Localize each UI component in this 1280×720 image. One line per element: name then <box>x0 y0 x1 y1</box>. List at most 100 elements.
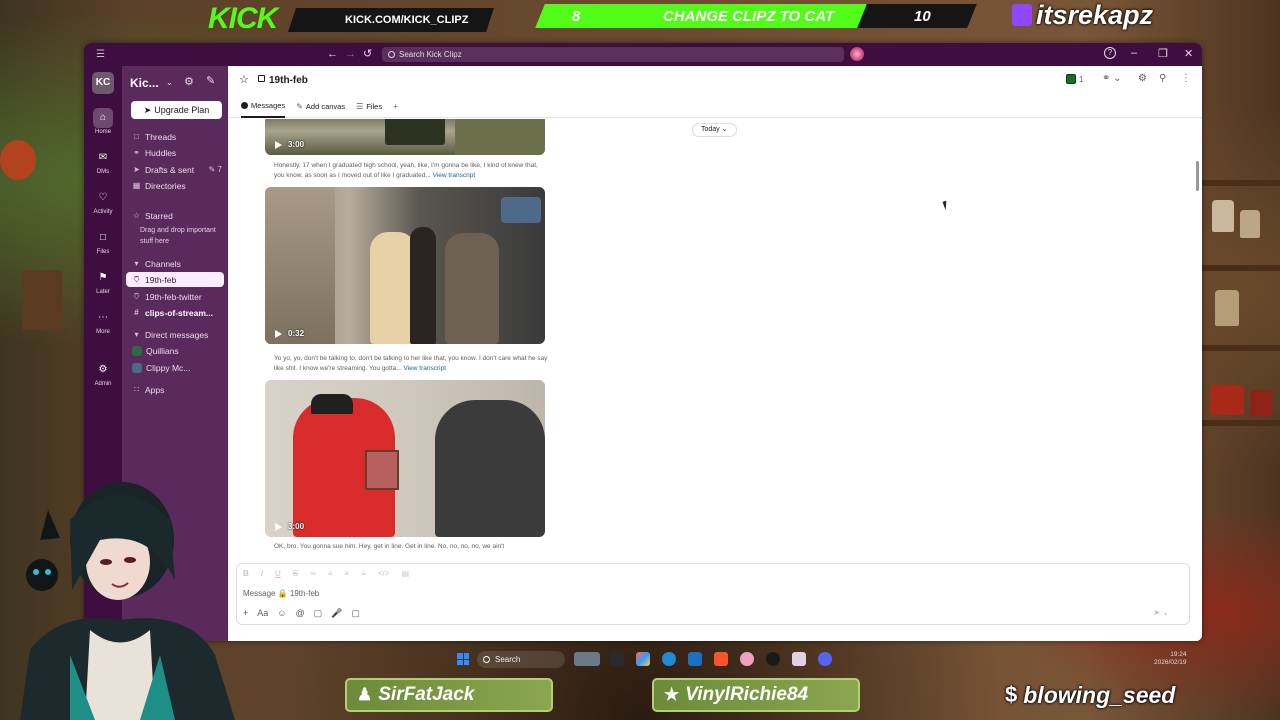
rail-dms[interactable]: ✉ DMs <box>84 148 122 175</box>
settings-gear-icon[interactable]: ⚙ <box>184 75 194 88</box>
obs-icon[interactable] <box>766 652 780 666</box>
text-format-icon[interactable]: Aa <box>257 608 268 619</box>
underline-icon[interactable]: U <box>275 569 281 578</box>
microphone-icon[interactable]: 🎤 <box>331 608 342 619</box>
widget-icon[interactable] <box>574 652 600 666</box>
brave-icon[interactable] <box>714 652 728 666</box>
tab-files[interactable]: ☰ Files <box>356 102 382 111</box>
send-button[interactable]: ➤ ⌄ <box>1153 608 1169 617</box>
upgrade-label: Upgrade Plan <box>154 105 210 115</box>
dm-section-header[interactable]: ▾ Direct messages <box>122 327 228 342</box>
notification-icon[interactable]: ⚙ <box>1138 73 1147 84</box>
sidebar-item-dm-clippy[interactable]: Clippy Mc... <box>122 360 228 375</box>
chevron-down-icon[interactable]: ⌄ <box>166 78 173 87</box>
message-list: 3:00 Honestly, 17 when I graduated high … <box>228 119 1188 567</box>
close-icon[interactable]: ✕ <box>1184 47 1193 60</box>
plus-icon[interactable]: + <box>243 608 248 619</box>
message-composer[interactable]: B I U S ∞ ≡ ≡ ≡ </> ▤ Message 🔒 19th-feb… <box>236 563 1190 625</box>
mention-icon[interactable]: @ <box>295 608 304 619</box>
sidebar-item-huddles[interactable]: ⚭ Huddles <box>122 145 228 160</box>
forward-arrow-icon[interactable]: → <box>345 48 356 60</box>
hamburger-menu-icon[interactable]: ☰ <box>96 49 105 60</box>
video-icon[interactable]: ▢ <box>314 608 323 619</box>
link-icon[interactable]: ∞ <box>310 569 316 578</box>
search-bar[interactable]: Search Kick Clipz <box>382 47 844 62</box>
scrollbar[interactable] <box>1196 161 1199 191</box>
member-count-button[interactable]: 1 <box>1066 74 1083 84</box>
back-arrow-icon[interactable]: ← <box>327 48 338 60</box>
sidebar-item-dm-quillians[interactable]: Quillians <box>122 343 228 358</box>
rail-label: More <box>96 329 110 335</box>
copilot-icon[interactable] <box>636 652 650 666</box>
store-icon[interactable] <box>688 652 702 666</box>
rail-home[interactable]: ⌂ Home <box>84 108 122 135</box>
slack-icon[interactable] <box>792 652 806 666</box>
rail-later[interactable]: ⚑ Later <box>84 268 122 295</box>
edge-icon[interactable] <box>662 652 676 666</box>
bold-icon[interactable]: B <box>243 569 249 578</box>
minimize-icon[interactable]: – <box>1131 47 1137 59</box>
code-icon[interactable]: </> <box>378 569 390 578</box>
star-icon[interactable]: ☆ <box>239 73 249 86</box>
windows-start-icon[interactable] <box>457 653 469 665</box>
bullet-list-icon[interactable]: ≡ <box>345 569 350 578</box>
app-icon[interactable] <box>740 652 754 666</box>
sidebar-item-threads[interactable]: □ Threads <box>122 129 228 144</box>
strikethrough-icon[interactable]: S <box>293 569 298 578</box>
sidebar-item-apps[interactable]: ∷ Apps <box>122 382 228 397</box>
workspace-avatar[interactable]: KC <box>92 72 114 94</box>
maximize-icon[interactable]: ❐ <box>1158 47 1168 60</box>
italic-icon[interactable]: I <box>261 569 263 578</box>
compose-icon[interactable]: ✎ <box>206 74 215 87</box>
kebab-menu-icon[interactable]: ⋮ <box>1181 73 1191 84</box>
blockquote-icon[interactable]: ≡ <box>361 569 366 578</box>
tab-add-canvas[interactable]: ✎ Add canvas <box>296 102 345 111</box>
avatar <box>1066 74 1076 84</box>
taskbar-search[interactable]: Search <box>477 651 565 668</box>
numbered-list-icon[interactable]: ≡ <box>328 569 333 578</box>
sidebar-item-drafts[interactable]: ➤ Drafts & sent ✎ 7 <box>122 162 228 177</box>
video-attachment[interactable]: 3:00 <box>265 380 545 537</box>
search-icon[interactable]: ⚲ <box>1159 73 1166 84</box>
starred-section-header[interactable]: ☆ Starred <box>122 208 228 223</box>
headphones-icon[interactable]: ⚭ ⌄ <box>1102 73 1122 84</box>
rail-activity[interactable]: ♡ Activity <box>84 188 122 215</box>
slash-command-icon[interactable]: ▢ <box>351 608 360 619</box>
history-icon[interactable]: ↺ <box>363 47 372 60</box>
channel-title[interactable]: 19th-feb <box>269 75 308 86</box>
tab-messages[interactable]: Messages <box>241 96 286 118</box>
workspace-name[interactable]: Kic... <box>130 76 159 90</box>
emoji-icon[interactable]: ☺ <box>277 608 286 619</box>
discord-icon[interactable] <box>818 652 832 666</box>
clock[interactable]: 19:24 2026/02/19 <box>1154 651 1187 667</box>
view-transcript-link[interactable]: View transcript <box>404 365 447 372</box>
video-thumbnail-detail <box>455 119 545 155</box>
sidebar-item-clips-of-stream[interactable]: # clips-of-stream... <box>122 305 228 320</box>
help-icon[interactable]: ? <box>1104 47 1116 59</box>
video-attachment[interactable]: 0:32 <box>265 187 545 344</box>
sidebar-item-19th-feb[interactable]: ⎏ 19th-feb <box>126 272 224 287</box>
goal-title: CHANGE CLIPZ TO CAT <box>663 8 835 25</box>
rail-files[interactable]: □ Files <box>84 228 122 255</box>
user-avatar[interactable] <box>850 47 864 61</box>
plus-icon: + <box>393 102 398 111</box>
task-view-icon[interactable] <box>610 652 624 666</box>
starred-hint: Drag and drop important stuff here <box>140 227 216 245</box>
sidebar-item-19th-feb-twitter[interactable]: ⎏ 19th-feb-twitter <box>122 289 228 304</box>
shelf <box>1195 265 1280 271</box>
date-divider-button[interactable]: Today ⌄ <box>692 123 737 137</box>
sidebar-item-directories[interactable]: ▦ Directories <box>122 178 228 193</box>
rail-more[interactable]: ⋯ More <box>84 308 122 335</box>
upgrade-plan-button[interactable]: ➤ Upgrade Plan <box>131 101 222 119</box>
video-attachment[interactable]: 3:00 <box>265 119 545 155</box>
code-block-icon[interactable]: ▤ <box>401 569 409 578</box>
view-transcript-link[interactable]: View transcript <box>433 172 476 179</box>
chat-user-badge: ★ VinylRichie84 <box>652 678 860 712</box>
add-tab-button[interactable]: + <box>393 102 398 111</box>
channels-section-header[interactable]: ▾ Channels <box>122 256 228 271</box>
rail-admin[interactable]: ⚙ Admin <box>84 360 122 387</box>
slack-window: ☰ ← → ↺ Search Kick Clipz ? – ❐ ✕ KC ⌂ H… <box>84 43 1202 641</box>
message-input[interactable]: Message 🔒 19th-feb <box>243 589 319 598</box>
twitch-handle: itsrekapz <box>1036 0 1154 30</box>
files-icon: ☰ <box>356 102 364 111</box>
